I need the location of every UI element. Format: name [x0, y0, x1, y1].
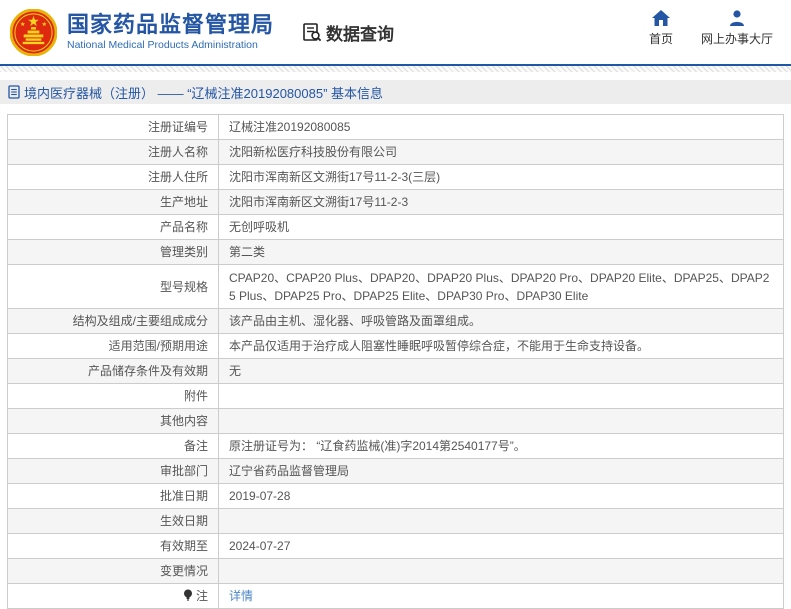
table-row: 型号规格 CPAP20、CPAP20 Plus、DPAP20、DPAP20 Pl…: [7, 264, 784, 309]
home-icon: [651, 10, 670, 26]
table-row: 有效期至 2024-07-27: [7, 533, 784, 559]
table-row: 注册人住所 沈阳市浑南新区文溯街17号11-2-3(三层): [7, 164, 784, 190]
field-value: 2024-07-27: [218, 533, 784, 559]
detail-link[interactable]: 详情: [229, 589, 253, 603]
field-value: [218, 408, 784, 434]
site-subtitle: National Medical Products Administration: [67, 39, 258, 51]
document-search-icon: [303, 23, 322, 42]
table-row: 批准日期 2019-07-28: [7, 483, 784, 509]
field-value: 无: [218, 358, 784, 384]
field-value: 该产品由主机、湿化器、呼吸管路及面罩组成。: [218, 308, 784, 334]
table-row: 其他内容: [7, 408, 784, 434]
field-value: [218, 558, 784, 584]
field-label: 注册证编号: [7, 114, 219, 140]
field-label: 生效日期: [7, 508, 219, 534]
field-value: CPAP20、CPAP20 Plus、DPAP20、DPAP20 Plus、DP…: [218, 264, 784, 309]
field-label: 结构及组成/主要组成成分: [7, 308, 219, 334]
field-label: 型号规格: [7, 264, 219, 309]
table-row: 适用范围/预期用途 本产品仅适用于治疗成人阻塞性睡眠呼吸暂停综合症，不能用于生命…: [7, 333, 784, 359]
field-label-text: 注: [195, 589, 208, 603]
table-row: 生产地址 沈阳市浑南新区文溯街17号11-2-3: [7, 189, 784, 215]
table-row: 结构及组成/主要组成成分 该产品由主机、湿化器、呼吸管路及面罩组成。: [7, 308, 784, 334]
field-value: 沈阳市浑南新区文溯街17号11-2-3(三层): [218, 164, 784, 190]
table-row: 生效日期: [7, 508, 784, 534]
national-emblem-icon: [10, 8, 57, 56]
nav-online-hall-label: 网上办事大厅: [700, 32, 773, 46]
site-logo[interactable]: 国家药品监督管理局 National Medical Products Admi…: [10, 8, 275, 56]
table-row: 产品名称 无创呼吸机: [7, 214, 784, 240]
field-label: 管理类别: [7, 239, 219, 265]
field-label: 注册人住所: [7, 164, 219, 190]
field-value: 2019-07-28: [218, 483, 784, 509]
field-value: [218, 508, 784, 534]
table-row: 审批部门 辽宁省药品监督管理局: [7, 458, 784, 484]
table-row: 注 详情: [7, 583, 784, 609]
hint-icon: [183, 589, 192, 601]
field-value: 沈阳市浑南新区文溯街17号11-2-3: [218, 189, 784, 215]
person-icon: [729, 10, 744, 26]
table-row: 注册人名称 沈阳新松医疗科技股份有限公司: [7, 139, 784, 165]
hatch-divider: [0, 66, 791, 72]
field-label: 变更情况: [7, 558, 219, 584]
field-label: 有效期至: [7, 533, 219, 559]
site-title: 国家药品监督管理局: [67, 12, 275, 37]
field-label: 产品名称: [7, 214, 219, 240]
field-label: 审批部门: [7, 458, 219, 484]
breadcrumb-text: 境内医疗器械（注册） —— “辽械注准20192080085” 基本信息: [24, 85, 384, 101]
field-label: 注册人名称: [7, 139, 219, 165]
table-row: 备注 原注册证号为： “辽食药监械(准)字2014第2540177号”。: [7, 433, 784, 459]
field-label: 适用范围/预期用途: [7, 333, 219, 359]
registration-info-table: 注册证编号 辽械注准20192080085 注册人名称 沈阳新松医疗科技股份有限…: [7, 114, 784, 609]
data-query-label: 数据查询: [326, 24, 395, 44]
field-label: 批准日期: [7, 483, 219, 509]
table-row: 变更情况: [7, 558, 784, 584]
field-label: 附件: [7, 383, 219, 409]
site-header: 国家药品监督管理局 National Medical Products Admi…: [0, 0, 791, 66]
page-icon: [8, 85, 20, 99]
field-label: 注: [7, 583, 219, 609]
table-row: 管理类别 第二类: [7, 239, 784, 265]
field-value: 辽械注准20192080085: [218, 114, 784, 140]
field-value: 本产品仅适用于治疗成人阻塞性睡眠呼吸暂停综合症，不能用于生命支持设备。: [218, 333, 784, 359]
table-row: 附件: [7, 383, 784, 409]
field-value: 第二类: [218, 239, 784, 265]
nav-home-label: 首页: [648, 32, 673, 46]
field-label: 产品储存条件及有效期: [7, 358, 219, 384]
table-row: 产品储存条件及有效期 无: [7, 358, 784, 384]
field-value: [218, 383, 784, 409]
nav-home[interactable]: 首页: [649, 10, 673, 47]
field-label: 生产地址: [7, 189, 219, 215]
top-nav: 首页 网上办事大厅: [649, 10, 773, 47]
breadcrumb: 境内医疗器械（注册） —— “辽械注准20192080085” 基本信息: [0, 80, 791, 104]
field-value: 原注册证号为： “辽食药监械(准)字2014第2540177号”。: [218, 433, 784, 459]
field-value: 辽宁省药品监督管理局: [218, 458, 784, 484]
field-value: 详情: [218, 583, 784, 609]
nav-online-hall[interactable]: 网上办事大厅: [701, 10, 773, 47]
field-label: 其他内容: [7, 408, 219, 434]
table-row: 注册证编号 辽械注准20192080085: [7, 114, 784, 140]
data-query-tab[interactable]: 数据查询: [302, 20, 394, 45]
field-value: 沈阳新松医疗科技股份有限公司: [218, 139, 784, 165]
field-value: 无创呼吸机: [218, 214, 784, 240]
field-label: 备注: [7, 433, 219, 459]
